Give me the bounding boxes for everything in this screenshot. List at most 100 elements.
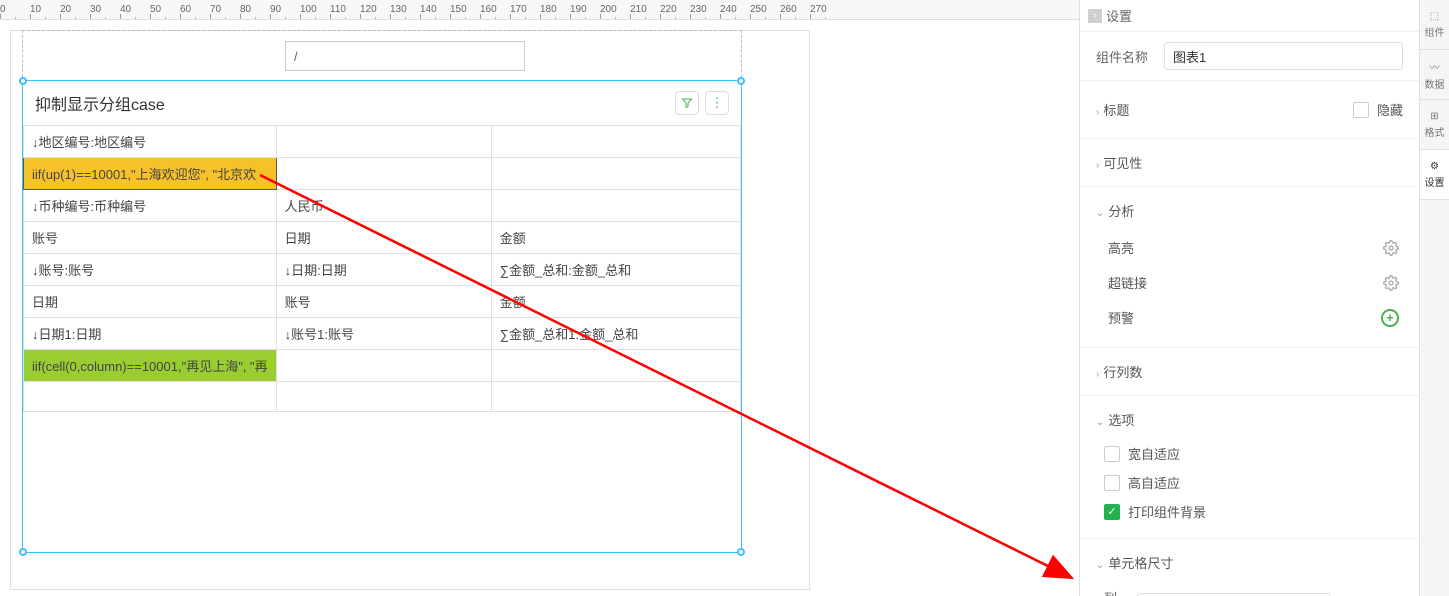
table-cell[interactable]: ∑金额_总和:金额_总和 bbox=[491, 254, 740, 286]
gear-icon[interactable] bbox=[1383, 240, 1399, 256]
tab-label: 组件 bbox=[1425, 24, 1445, 39]
table-row[interactable]: iif(up(1)==10001,"上海欢迎您", "北京欢 bbox=[24, 158, 741, 190]
tab-label: 格式 bbox=[1425, 124, 1445, 139]
height-fit-label: 高自适应 bbox=[1128, 473, 1180, 492]
data-tab-icon: 〰 bbox=[1430, 59, 1440, 74]
hyperlink-label: 超链接 bbox=[1108, 273, 1147, 292]
print-bg-checkbox[interactable]: ✓ 打印组件背景 bbox=[1104, 497, 1403, 526]
table-cell[interactable]: ↓地区编号:地区编号 bbox=[24, 126, 277, 158]
component-drop-area[interactable]: / bbox=[22, 30, 742, 82]
path-input-value: / bbox=[294, 49, 298, 64]
table-row[interactable]: ↓地区编号:地区编号 bbox=[24, 126, 741, 158]
checkbox-icon bbox=[1353, 102, 1369, 118]
component-name-input[interactable] bbox=[1164, 42, 1403, 70]
table-cell[interactable]: ↓币种编号:币种编号 bbox=[24, 190, 277, 222]
table-cell[interactable] bbox=[276, 350, 491, 382]
table-cell[interactable]: 日期 bbox=[276, 222, 491, 254]
table-cell[interactable]: 金额 bbox=[491, 286, 740, 318]
visibility-label: 可见性 bbox=[1103, 156, 1142, 171]
rowcol-label: 行列数 bbox=[1103, 365, 1142, 380]
table-cell[interactable]: ↓账号:账号 bbox=[24, 254, 277, 286]
tab-label: 设置 bbox=[1425, 174, 1445, 189]
resize-handle-tl[interactable] bbox=[19, 77, 27, 85]
table-row[interactable]: 账号日期金额 bbox=[24, 222, 741, 254]
checkbox-icon bbox=[1104, 475, 1120, 491]
more-icon[interactable]: ⋮ bbox=[705, 91, 729, 115]
settings-tab-icon: ⚙ bbox=[1430, 161, 1439, 172]
section-rowcol: › 行列数 bbox=[1080, 347, 1419, 395]
tab-settings[interactable]: ⚙ 设置 bbox=[1420, 150, 1449, 200]
plus-icon[interactable]: + bbox=[1381, 309, 1399, 327]
chevron-right-icon[interactable]: › bbox=[1096, 369, 1099, 380]
chart-component[interactable]: 抑制显示分组case ⋮ ↓地区编号:地区编号iif(up(1)==10001,… bbox=[22, 80, 742, 553]
format-tab-icon: ⊞ bbox=[1430, 111, 1438, 122]
tab-format[interactable]: ⊞ 格式 bbox=[1420, 100, 1449, 150]
section-cellsize: ⌄单元格尺寸 列宽 px(81.5mm) 行高 px(0mm) bbox=[1080, 538, 1419, 596]
section-analysis: ⌄ 分析 高亮 超链接 预警 + bbox=[1080, 186, 1419, 347]
component-name-label: 组件名称 bbox=[1096, 47, 1156, 66]
resize-handle-bl[interactable] bbox=[19, 548, 27, 556]
table-cell[interactable]: 账号 bbox=[24, 222, 277, 254]
table-cell[interactable]: iif(cell(0,column)==10001,"再见上海", "再 bbox=[24, 350, 277, 382]
table-cell[interactable] bbox=[276, 158, 491, 190]
properties-panel: › 设置 组件名称 ›标题 隐藏 ›可见性 ⌄分析 高亮 超链接 bbox=[1079, 0, 1419, 596]
design-canvas[interactable]: 0102030405060708090100110120130140150160… bbox=[0, 0, 1079, 596]
tab-component[interactable]: ⬚ 组件 bbox=[1420, 0, 1449, 50]
path-input[interactable]: / bbox=[285, 41, 525, 71]
table-row[interactable] bbox=[24, 382, 741, 412]
horizontal-ruler: 0102030405060708090100110120130140150160… bbox=[0, 0, 1079, 20]
table-cell[interactable] bbox=[491, 190, 740, 222]
resize-handle-br[interactable] bbox=[737, 548, 745, 556]
table-cell[interactable]: ↓账号1:账号 bbox=[276, 318, 491, 350]
analysis-label: 分析 bbox=[1108, 204, 1134, 219]
chevron-right-icon[interactable]: › bbox=[1096, 160, 1099, 171]
height-fit-checkbox[interactable]: 高自适应 bbox=[1104, 468, 1403, 497]
table-row[interactable]: ↓币种编号:币种编号人民币 bbox=[24, 190, 741, 222]
filter-icon[interactable] bbox=[675, 91, 699, 115]
hide-checkbox[interactable]: 隐藏 bbox=[1353, 95, 1403, 124]
section-title: ›标题 隐藏 bbox=[1080, 80, 1419, 138]
chart-header: 抑制显示分组case ⋮ bbox=[23, 81, 741, 125]
chevron-right-icon[interactable]: › bbox=[1096, 107, 1099, 118]
highlight-row[interactable]: 高亮 bbox=[1104, 230, 1403, 265]
table-cell[interactable]: 账号 bbox=[276, 286, 491, 318]
warning-row[interactable]: 预警 + bbox=[1104, 300, 1403, 335]
print-bg-label: 打印组件背景 bbox=[1128, 502, 1206, 521]
table-cell[interactable] bbox=[276, 382, 491, 412]
table-cell[interactable] bbox=[491, 382, 740, 412]
warning-label: 预警 bbox=[1108, 308, 1134, 327]
table-cell[interactable]: 日期 bbox=[24, 286, 277, 318]
table-cell[interactable]: iif(up(1)==10001,"上海欢迎您", "北京欢 bbox=[24, 158, 277, 190]
table-cell[interactable] bbox=[491, 126, 740, 158]
hyperlink-row[interactable]: 超链接 bbox=[1104, 265, 1403, 300]
chevron-down-icon[interactable]: ⌄ bbox=[1096, 417, 1104, 428]
table-row[interactable]: ↓账号:账号↓日期:日期∑金额_总和:金额_总和 bbox=[24, 254, 741, 286]
chevron-down-icon[interactable]: ⌄ bbox=[1096, 208, 1104, 219]
resize-handle-tr[interactable] bbox=[737, 77, 745, 85]
table-cell[interactable] bbox=[24, 382, 277, 412]
chart-title: 抑制显示分组case bbox=[35, 91, 165, 115]
table-row[interactable]: ↓日期1:日期↓账号1:账号∑金额_总和1:金额_总和 bbox=[24, 318, 741, 350]
gear-icon[interactable] bbox=[1383, 275, 1399, 291]
table-row[interactable]: 日期账号金额 bbox=[24, 286, 741, 318]
table-cell[interactable]: ∑金额_总和1:金额_总和 bbox=[491, 318, 740, 350]
tab-label: 数据 bbox=[1425, 76, 1445, 91]
table-cell[interactable]: 人民币 bbox=[276, 190, 491, 222]
highlight-label: 高亮 bbox=[1108, 238, 1134, 257]
table-cell[interactable]: ↓日期:日期 bbox=[276, 254, 491, 286]
table-row[interactable]: iif(cell(0,column)==10001,"再见上海", "再 bbox=[24, 350, 741, 382]
design-surface[interactable]: / 抑制显示分组case ⋮ ↓地区编号:地区编号iif(up(1)==1000… bbox=[0, 20, 1079, 596]
chart-data-grid[interactable]: ↓地区编号:地区编号iif(up(1)==10001,"上海欢迎您", "北京欢… bbox=[23, 125, 741, 412]
table-cell[interactable]: 金额 bbox=[491, 222, 740, 254]
tab-data[interactable]: 〰 数据 bbox=[1420, 50, 1449, 100]
chevron-down-icon[interactable]: ⌄ bbox=[1096, 560, 1104, 571]
table-cell[interactable] bbox=[491, 350, 740, 382]
cellsize-label: 单元格尺寸 bbox=[1108, 556, 1173, 571]
table-cell[interactable]: ↓日期1:日期 bbox=[24, 318, 277, 350]
collapse-icon[interactable]: › bbox=[1088, 9, 1102, 23]
table-cell[interactable] bbox=[491, 158, 740, 190]
width-fit-checkbox[interactable]: 宽自适应 bbox=[1104, 439, 1403, 468]
chart-empty-area bbox=[23, 412, 741, 552]
width-fit-label: 宽自适应 bbox=[1128, 444, 1180, 463]
table-cell[interactable] bbox=[276, 126, 491, 158]
